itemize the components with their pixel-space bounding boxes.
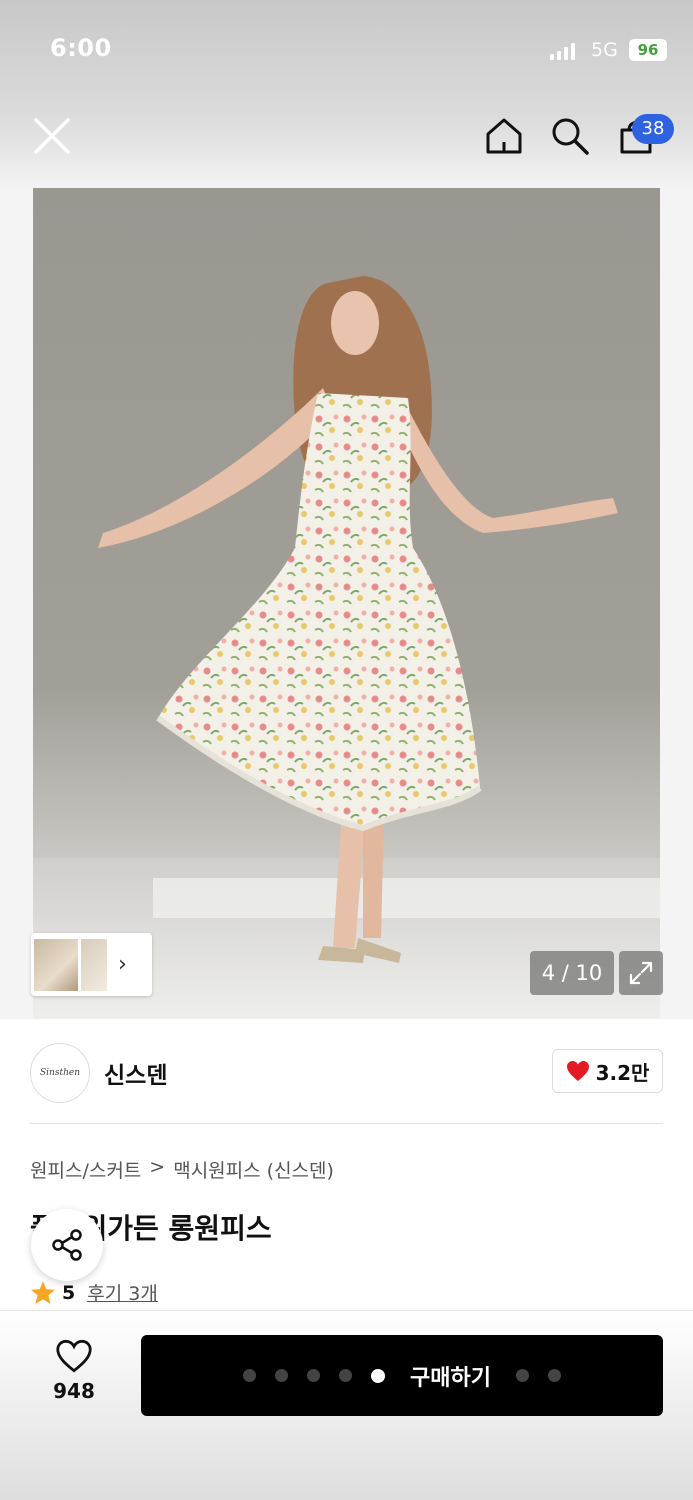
close-icon xyxy=(34,118,70,154)
page-dot xyxy=(307,1369,321,1382)
rating-score: 5 xyxy=(62,1281,76,1304)
review-link[interactable]: 후기 3개 xyxy=(87,1279,158,1306)
expand-button[interactable] xyxy=(619,951,663,995)
seller-row[interactable]: Sinsthen 신스덴 3.2만 xyxy=(0,1019,693,1124)
image-counter: 4 / 10 xyxy=(530,951,614,995)
page-dot xyxy=(275,1369,289,1382)
breadcrumb-separator: > xyxy=(149,1156,166,1178)
battery-icon: 96 xyxy=(629,39,667,61)
page-dot-active xyxy=(371,1368,386,1383)
network-label: 5G xyxy=(591,39,618,61)
page-dot xyxy=(515,1369,529,1382)
close-button[interactable] xyxy=(26,110,78,162)
share-button[interactable] xyxy=(31,1209,103,1281)
seller-like-count: 3.2만 xyxy=(595,1060,650,1085)
thumbnail-strip[interactable]: › xyxy=(31,933,152,996)
wishlist-button[interactable]: 948 xyxy=(40,1339,108,1403)
chevron-right-icon: › xyxy=(118,952,127,977)
seller-logo[interactable]: Sinsthen xyxy=(30,1043,90,1103)
bottom-bar: 948 구매하기 xyxy=(0,1310,693,1500)
breadcrumb-category[interactable]: 원피스/스커트 xyxy=(30,1156,141,1183)
signal-icon xyxy=(550,42,575,60)
product-info: 원피스/스커트 > 맥시원피스 (신스덴) 플라워가든 롱원피스 5 후기 3개 xyxy=(0,1124,693,1310)
wishlist-count: 948 xyxy=(53,1379,95,1403)
product-image[interactable] xyxy=(33,188,660,1019)
top-nav xyxy=(0,110,693,170)
buy-label: 구매하기 xyxy=(410,1365,491,1391)
product-photo xyxy=(33,276,660,1019)
cart-count-badge: 38 xyxy=(632,114,674,144)
home-icon xyxy=(486,118,522,154)
seller-like-button[interactable]: 3.2만 xyxy=(552,1049,663,1093)
page-dot xyxy=(547,1369,561,1382)
page-dot xyxy=(339,1369,353,1382)
seller-name[interactable]: 신스덴 xyxy=(104,1056,167,1090)
search-icon xyxy=(552,118,589,155)
buy-button[interactable]: 구매하기 xyxy=(141,1335,663,1416)
share-icon xyxy=(52,1229,82,1261)
thumbnail-image[interactable] xyxy=(34,938,78,991)
home-button[interactable] xyxy=(478,110,530,162)
heart-filled-icon xyxy=(566,1061,589,1081)
page-indicator: 구매하기 xyxy=(243,1360,561,1392)
search-button[interactable] xyxy=(544,110,596,162)
expand-icon xyxy=(629,961,653,985)
heart-outline-icon xyxy=(56,1339,92,1373)
breadcrumb-subcategory[interactable]: 맥시원피스 (신스덴) xyxy=(173,1156,334,1183)
star-icon xyxy=(31,1281,55,1304)
rating: 5 후기 3개 xyxy=(30,1279,158,1306)
breadcrumb: 원피스/스커트 > 맥시원피스 (신스덴) xyxy=(30,1156,334,1183)
status-time: 6:00 xyxy=(50,34,112,62)
thumbnail-image[interactable] xyxy=(81,938,107,991)
page-dot xyxy=(243,1369,257,1382)
status-bar: 6:00 5G 96 xyxy=(0,0,693,100)
